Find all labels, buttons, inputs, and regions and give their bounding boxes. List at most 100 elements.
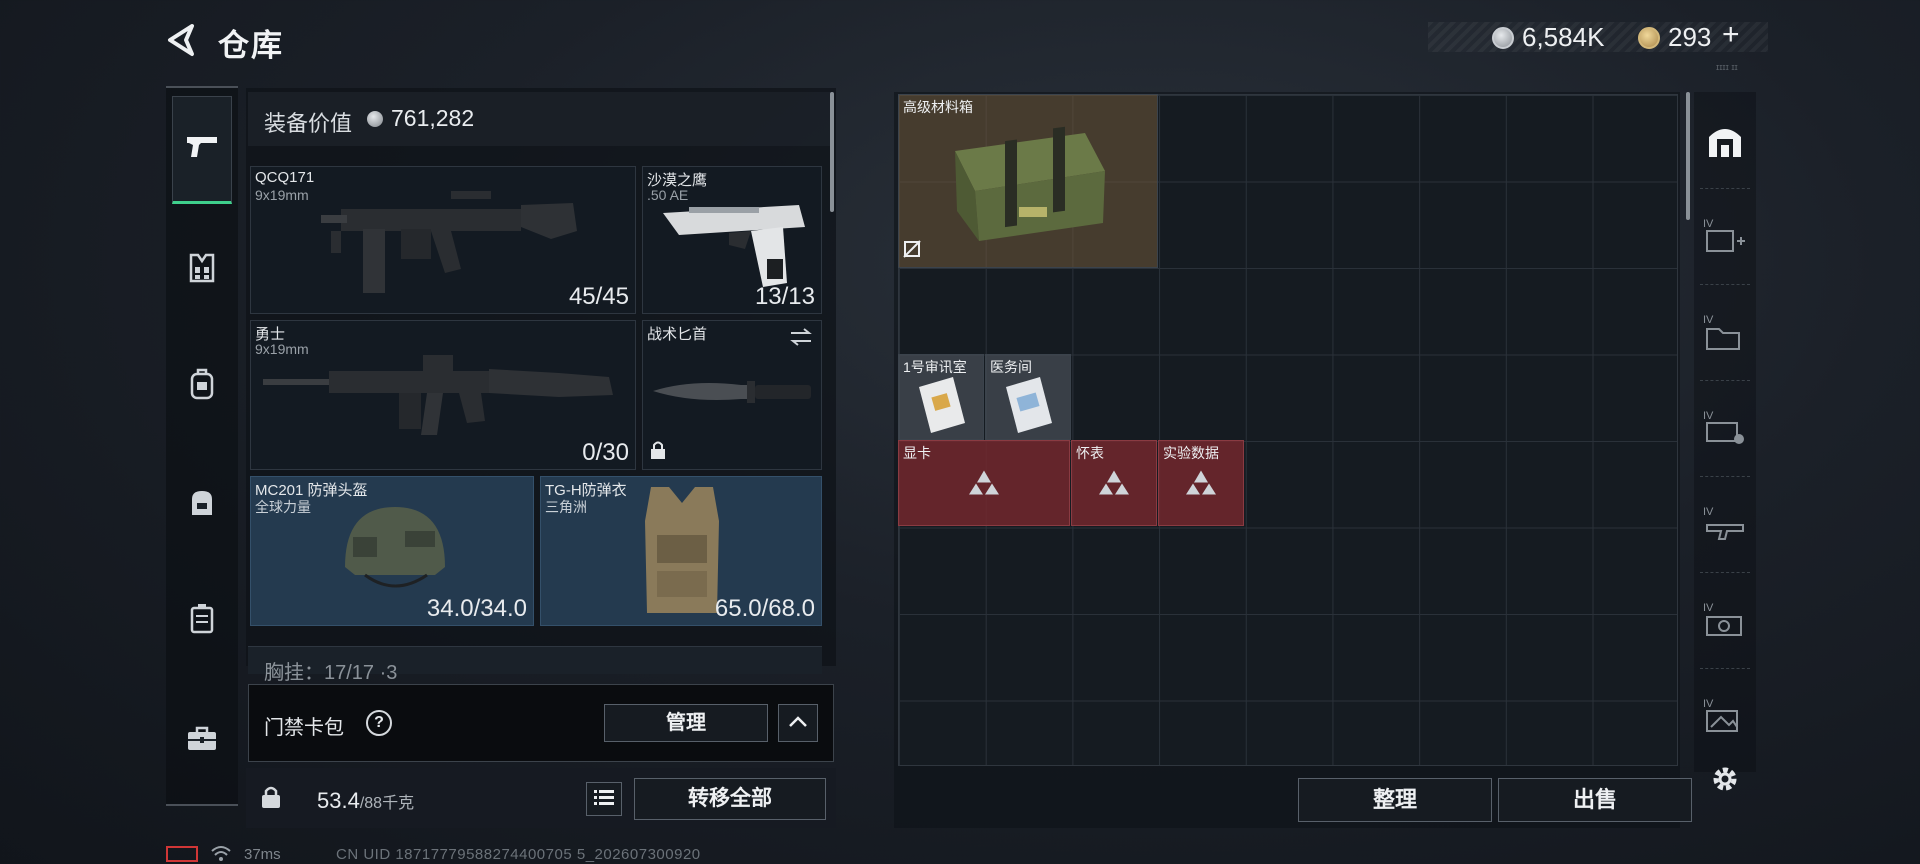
pistol-icon	[663, 205, 805, 287]
svg-text:IV: IV	[1703, 506, 1714, 518]
rail-tab-weapons[interactable]	[172, 96, 232, 204]
version-tag: ɪɪɪɪ ɪɪ	[1716, 62, 1738, 72]
manage-button[interactable]: 管理	[604, 704, 768, 742]
slot-faction: 三角洲	[545, 499, 587, 515]
svg-text:IV: IV	[1703, 314, 1714, 326]
bag-icon	[188, 487, 216, 522]
storage-tab-key[interactable]: IV	[1700, 404, 1750, 454]
equipment-scrollbar[interactable]	[830, 92, 834, 212]
add-gold-button[interactable]: +	[1722, 18, 1740, 52]
tab-separator	[1700, 668, 1750, 669]
material-crate-icon	[955, 126, 1105, 241]
slot-durability: 34.0/34.0	[426, 595, 527, 622]
storage-home-icon	[1705, 123, 1745, 164]
list-view-button[interactable]	[586, 782, 622, 816]
equipment-value: 761,282	[391, 105, 475, 131]
armor-slot[interactable]: TG-H防弹衣 三角洲 65.0/68.0	[540, 476, 822, 626]
battery-icon	[166, 846, 198, 862]
tab-separator	[1700, 476, 1750, 477]
chevron-up-icon	[788, 714, 808, 733]
secondary-weapon-slot[interactable]: 勇士 9x19mm 0/30	[250, 320, 636, 470]
back-icon[interactable]	[164, 22, 200, 58]
storage-add-icon: IV	[1703, 215, 1747, 260]
equipment-value-label: 装备价值	[264, 111, 353, 136]
helmet-slot[interactable]: MC201 防弹头盔 全球力量 34.0/34.0	[250, 476, 534, 626]
storage-weapon-icon: IV	[1703, 503, 1747, 548]
melee-slot[interactable]: 战术匕首	[642, 320, 822, 470]
keycard-icon	[919, 377, 965, 433]
storage-image-icon: IV	[1703, 695, 1747, 740]
settings-button[interactable]	[1700, 756, 1750, 806]
rail-tab-chest-rig[interactable]	[172, 240, 232, 300]
storage-tab-image[interactable]: IV	[1700, 692, 1750, 742]
carry-weight-value: 53.4	[317, 788, 360, 813]
no-insure-icon	[903, 240, 921, 263]
user-uid: CN UID 18717779588274400705 5_2026073009…	[336, 846, 701, 863]
pistol-icon	[185, 133, 219, 166]
slot-name: 战术匕首	[647, 326, 708, 343]
helmet-icon	[345, 507, 445, 588]
case-icon	[189, 602, 215, 639]
lock-icon	[649, 440, 667, 465]
help-icon[interactable]: ?	[366, 710, 392, 736]
storage-item[interactable]: 实验数据	[1158, 440, 1244, 526]
rail-tab-case[interactable]	[172, 590, 232, 650]
svg-text:IV: IV	[1703, 698, 1714, 710]
carry-weight: 53.4/88千克	[317, 788, 414, 814]
storage-tab-main[interactable]	[1700, 118, 1750, 168]
smg-icon	[321, 191, 577, 293]
sell-button[interactable]: 出售	[1498, 778, 1692, 822]
svg-text:IV: IV	[1703, 410, 1714, 422]
unidentified-icon	[1097, 468, 1131, 501]
storage-tab-add[interactable]: IV	[1700, 212, 1750, 262]
tab-separator	[1700, 188, 1750, 189]
swap-icon[interactable]	[789, 327, 813, 352]
unidentified-icon	[967, 468, 1001, 501]
money-coin-icon	[1492, 27, 1514, 49]
rail-tab-backpack[interactable]	[172, 356, 232, 416]
tab-separator	[1700, 284, 1750, 285]
storage-cash-icon: IV	[1703, 599, 1747, 644]
storage-item[interactable]: 显卡	[898, 440, 1070, 526]
transfer-all-button[interactable]: 转移全部	[634, 778, 826, 820]
svg-text:IV: IV	[1703, 602, 1714, 614]
padlock-icon	[260, 785, 282, 814]
backpack-icon	[188, 368, 216, 405]
storage-tab-folder[interactable]: IV	[1700, 308, 1750, 358]
primary-weapon-slot[interactable]: QCQ171 9x19mm 45/45	[250, 166, 636, 314]
rail-tab-toolbox[interactable]	[172, 710, 232, 770]
value-coin-icon	[367, 111, 383, 127]
tab-separator	[1700, 572, 1750, 573]
chest-rig-capacity: 胸挂：17/17 ·3	[264, 662, 398, 684]
storage-tab-cash[interactable]: IV	[1700, 596, 1750, 646]
slot-ammo: 45/45	[568, 283, 629, 310]
wifi-icon	[210, 844, 232, 864]
rail-tab-bag[interactable]	[172, 474, 232, 534]
list-icon	[593, 788, 615, 811]
item-name: 实验数据	[1163, 445, 1219, 461]
gold-coin-icon	[1638, 27, 1660, 49]
collapse-button[interactable]	[778, 704, 818, 742]
item-name: 显卡	[903, 445, 931, 461]
slot-name: QCQ171	[255, 169, 315, 186]
tab-separator	[1700, 380, 1750, 381]
gold-amount: 293	[1668, 22, 1712, 52]
sidearm-slot[interactable]: 沙漠之鹰 .50 AE 13/13	[642, 166, 822, 314]
storage-item[interactable]: 怀表	[1071, 440, 1157, 526]
storage-item[interactable]: 1号审讯室	[898, 354, 984, 440]
armor-vest-icon	[645, 487, 719, 613]
storage-item[interactable]: 医务间	[985, 354, 1071, 440]
storage-scrollbar[interactable]	[1686, 92, 1690, 220]
sort-button[interactable]: 整理	[1298, 778, 1492, 822]
weight-lock-button[interactable]	[250, 776, 292, 822]
keycard-icon	[1006, 377, 1052, 433]
unidentified-icon	[1184, 468, 1218, 501]
keycard-label: 门禁卡包	[264, 717, 344, 739]
storage-key-icon: IV	[1703, 407, 1747, 452]
money-amount: 6,584K	[1522, 22, 1605, 52]
svg-text:IV: IV	[1703, 218, 1714, 230]
storage-tab-weapon[interactable]: IV	[1700, 500, 1750, 550]
storage-folder-icon: IV	[1703, 311, 1747, 356]
slot-durability: 65.0/68.0	[714, 595, 815, 622]
storage-item[interactable]: 高级材料箱	[898, 94, 1158, 268]
